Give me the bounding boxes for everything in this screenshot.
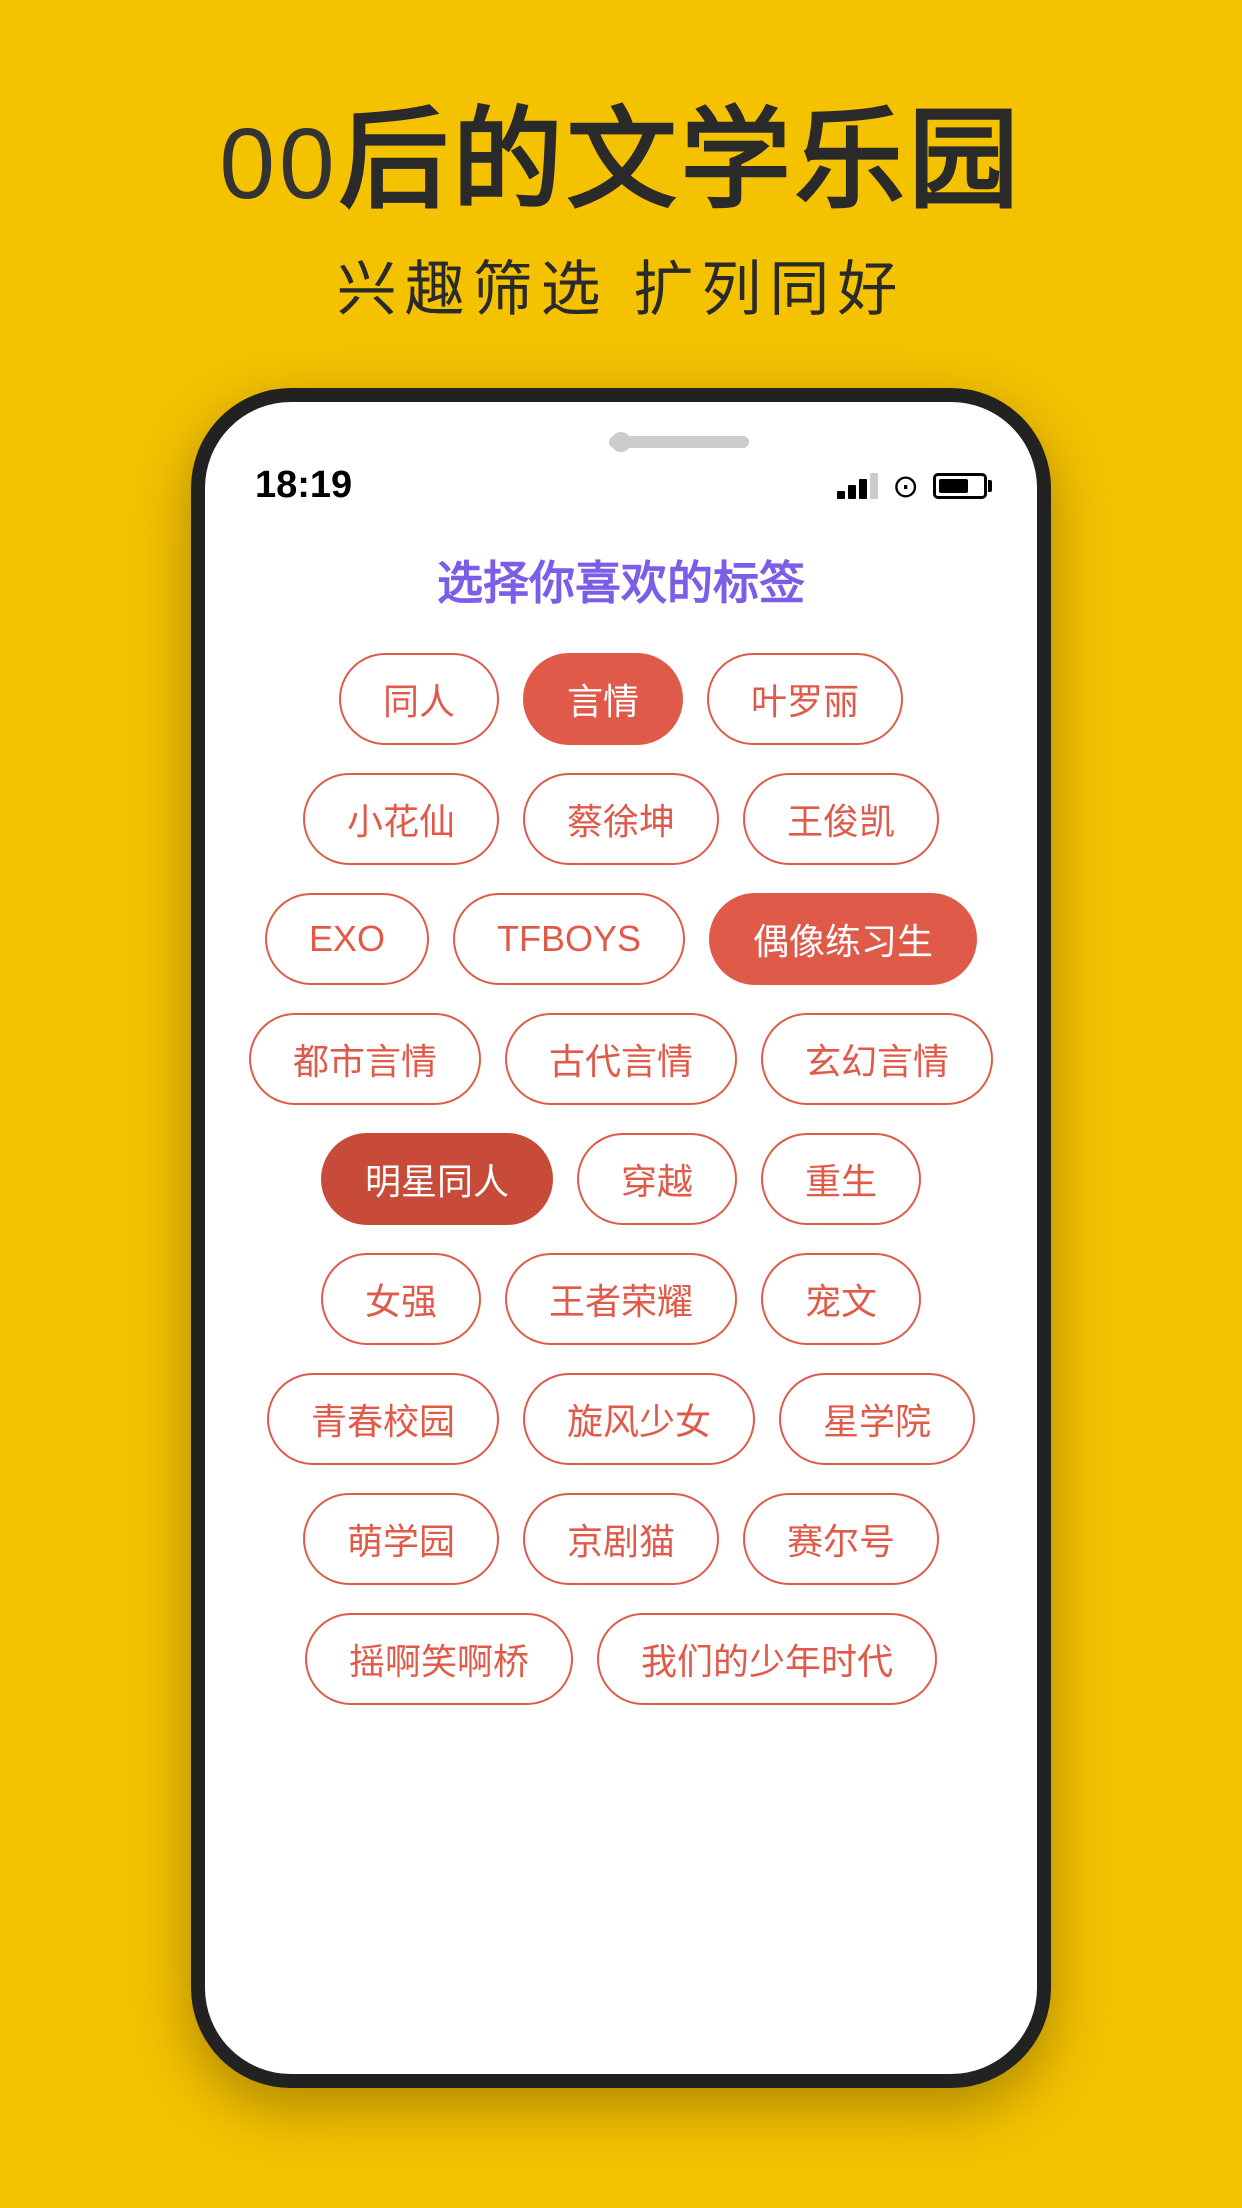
tag-ouxianglianxisheng[interactable]: 偶像练习生 bbox=[709, 893, 977, 985]
tag-mengxueyuan[interactable]: 萌学园 bbox=[303, 1493, 499, 1585]
tag-tfboys[interactable]: TFBOYS bbox=[453, 893, 685, 985]
title-text: 后的文学乐园 bbox=[339, 99, 1023, 222]
page-title: 选择你喜欢的标签 bbox=[437, 547, 805, 613]
tag-chongwen[interactable]: 宠文 bbox=[761, 1253, 921, 1345]
tag-xiaohuaxian[interactable]: 小花仙 bbox=[303, 773, 499, 865]
signal-icon bbox=[837, 473, 878, 499]
tag-gudaiyanqing[interactable]: 古代言情 bbox=[505, 1013, 737, 1105]
tag-nvqiang[interactable]: 女强 bbox=[321, 1253, 481, 1345]
signal-bar-3 bbox=[859, 479, 867, 499]
tag-jingjumao[interactable]: 京剧猫 bbox=[523, 1493, 719, 1585]
tags-row-4: 明星同人 穿越 重生 bbox=[255, 1133, 987, 1225]
status-bar: 18:19 ⊙ bbox=[205, 442, 1037, 517]
tag-mingxingtongren[interactable]: 明星同人 bbox=[321, 1133, 553, 1225]
tags-row-7: 萌学园 京剧猫 赛尔号 bbox=[255, 1493, 987, 1585]
battery-icon bbox=[933, 473, 987, 499]
signal-bar-4 bbox=[870, 473, 878, 499]
tags-row-6: 青春校园 旋风少女 星学院 bbox=[255, 1373, 987, 1465]
tags-row-5: 女强 王者荣耀 宠文 bbox=[255, 1253, 987, 1345]
tags-row-0: 同人 言情 叶罗丽 bbox=[255, 653, 987, 745]
tag-yanqing[interactable]: 言情 bbox=[523, 653, 683, 745]
tag-caixukun[interactable]: 蔡徐坤 bbox=[523, 773, 719, 865]
tag-exo[interactable]: EXO bbox=[265, 893, 429, 985]
status-time: 18:19 bbox=[255, 464, 352, 507]
status-icons: ⊙ bbox=[837, 467, 987, 505]
phone-speaker bbox=[609, 436, 749, 448]
tags-container: 同人 言情 叶罗丽 小花仙 蔡徐坤 王俊凯 EXO TFBOYS 偶像练习生 都… bbox=[205, 653, 1037, 1705]
main-title: 00后的文学乐园 bbox=[219, 100, 1022, 221]
tag-wangjunkai[interactable]: 王俊凯 bbox=[743, 773, 939, 865]
title-zeros: 00 bbox=[219, 108, 338, 220]
tag-saier[interactable]: 赛尔号 bbox=[743, 1493, 939, 1585]
tag-wangzherongyao[interactable]: 王者荣耀 bbox=[505, 1253, 737, 1345]
tag-xuanfengshaonv[interactable]: 旋风少女 bbox=[523, 1373, 755, 1465]
subtitle: 兴趣筛选 扩列同好 bbox=[337, 241, 906, 328]
tag-chuanyue[interactable]: 穿越 bbox=[577, 1133, 737, 1225]
tags-row-1: 小花仙 蔡徐坤 王俊凯 bbox=[255, 773, 987, 865]
signal-bar-2 bbox=[848, 485, 856, 499]
tag-womendeshaoniangshidai[interactable]: 我们的少年时代 bbox=[597, 1613, 937, 1705]
tags-row-8: 摇啊笑啊桥 我们的少年时代 bbox=[255, 1613, 987, 1705]
wifi-icon: ⊙ bbox=[892, 467, 919, 505]
tags-row-2: EXO TFBOYS 偶像练习生 bbox=[255, 893, 987, 985]
tag-xingxueyuan[interactable]: 星学院 bbox=[779, 1373, 975, 1465]
top-section: 00后的文学乐园 兴趣筛选 扩列同好 bbox=[0, 0, 1242, 388]
tag-xuanhuanyanqing[interactable]: 玄幻言情 bbox=[761, 1013, 993, 1105]
tag-yeluli[interactable]: 叶罗丽 bbox=[707, 653, 903, 745]
tag-yaoxiaoxiaoqiao[interactable]: 摇啊笑啊桥 bbox=[305, 1613, 573, 1705]
tag-qingchunxiaoyuan[interactable]: 青春校园 bbox=[267, 1373, 499, 1465]
tag-chongsheng[interactable]: 重生 bbox=[761, 1133, 921, 1225]
tag-tongren[interactable]: 同人 bbox=[339, 653, 499, 745]
signal-bar-1 bbox=[837, 491, 845, 499]
phone-mockup: 18:19 ⊙ 选择你喜欢的标签 同人 言情 叶罗丽 bbox=[191, 388, 1051, 2088]
battery-fill bbox=[939, 479, 968, 493]
tag-dushiyanqing[interactable]: 都市言情 bbox=[249, 1013, 481, 1105]
tags-row-3: 都市言情 古代言情 玄幻言情 bbox=[255, 1013, 987, 1105]
